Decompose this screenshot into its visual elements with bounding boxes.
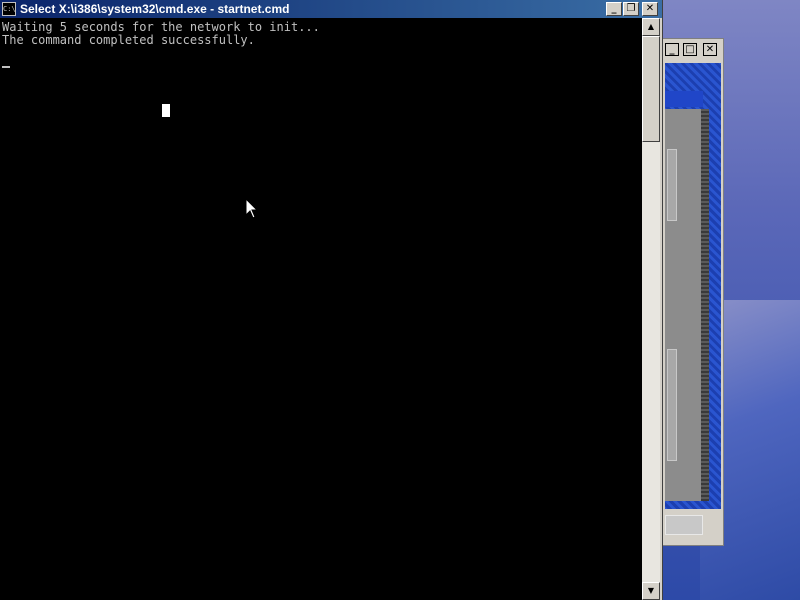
- console-icon[interactable]: C:\: [2, 2, 16, 16]
- cmd-titlebar[interactable]: C:\ Select X:\i386\system32\cmd.exe - st…: [0, 0, 662, 18]
- console-line: The command completed successfully.: [2, 33, 255, 47]
- selection-cursor: [162, 104, 170, 117]
- bg-panel-field: [667, 149, 677, 221]
- bg-panel-field: [667, 349, 677, 461]
- bg-window-footer: [663, 509, 721, 543]
- bg-minimize-button[interactable]: _: [665, 43, 679, 56]
- vertical-scrollbar[interactable]: ▲ ▼: [642, 18, 660, 600]
- background-window[interactable]: _ □ ✕: [662, 38, 724, 546]
- bg-panel-shadow: [701, 109, 709, 501]
- scroll-down-button[interactable]: ▼: [642, 582, 660, 600]
- mouse-pointer-icon: [245, 198, 259, 219]
- cmd-window[interactable]: C:\ Select X:\i386\system32\cmd.exe - st…: [0, 0, 663, 600]
- bg-header-band: [665, 91, 703, 107]
- minimize-button[interactable]: _: [606, 2, 622, 16]
- bg-close-button[interactable]: ✕: [703, 43, 717, 56]
- close-button[interactable]: ✕: [642, 2, 658, 16]
- bg-maximize-button[interactable]: □: [683, 43, 697, 56]
- bg-footer-field[interactable]: [665, 515, 703, 535]
- window-title: Select X:\i386\system32\cmd.exe - startn…: [20, 2, 290, 16]
- background-window-body: [665, 63, 721, 523]
- console-output[interactable]: Waiting 5 seconds for the network to ini…: [0, 18, 642, 600]
- restore-button[interactable]: ❐: [623, 2, 639, 16]
- bg-content-panel: [665, 109, 703, 501]
- scroll-thumb[interactable]: [642, 36, 660, 142]
- background-window-titlebar[interactable]: _ □ ✕: [663, 39, 723, 61]
- scroll-up-button[interactable]: ▲: [642, 18, 660, 36]
- text-cursor: [2, 66, 10, 68]
